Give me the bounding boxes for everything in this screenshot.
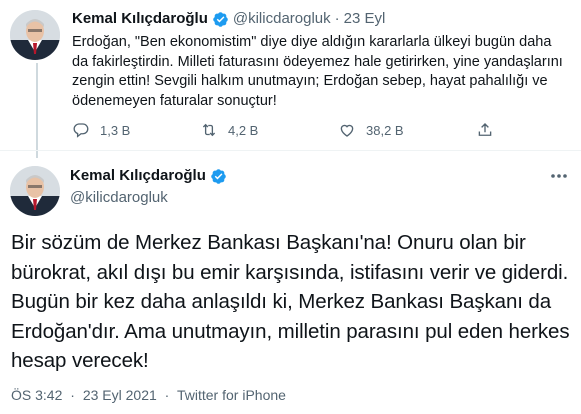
more-options-button[interactable]	[548, 166, 570, 186]
tweet-metadata: ÖS 3:42 · 23 Eyl 2021 · Twitter for iPho…	[11, 386, 286, 404]
retweet-icon	[202, 123, 216, 137]
like-count: 38,2 B	[366, 122, 404, 138]
reply-tweet-header: Kemal Kılıçdaroğlu @kilicdarogluk · 23 E…	[72, 9, 385, 29]
reply-button[interactable]: 1,3 B	[72, 121, 130, 139]
author-name-row: Kemal Kılıçdaroğlu	[70, 166, 227, 186]
avatar[interactable]	[10, 10, 60, 60]
more-options-icon	[551, 174, 567, 178]
tweet-source[interactable]: Twitter for iPhone	[177, 387, 286, 403]
like-button[interactable]: 38,2 B	[338, 121, 404, 139]
reply-count: 1,3 B	[100, 122, 131, 138]
author-name[interactable]: Kemal Kılıçdaroğlu	[70, 166, 206, 186]
reply-icon	[73, 123, 89, 138]
author-handle[interactable]: @kilicdarogluk	[70, 188, 168, 208]
separator-dot: ·	[70, 387, 75, 403]
avatar-image	[10, 166, 60, 216]
verified-badge-icon	[211, 168, 226, 184]
main-tweet-text: Bir sözüm de Merkez Bankası Başkanı'na! …	[11, 231, 570, 372]
divider	[0, 150, 581, 151]
thread-connector-line	[36, 63, 38, 158]
retweet-button[interactable]: 4,2 B	[200, 121, 258, 139]
like-icon	[340, 124, 354, 137]
share-icon	[478, 123, 492, 136]
avatar-image	[10, 10, 60, 60]
tweet-actions-bar: 1,3 B 4,2 B 38,2 B	[72, 121, 512, 143]
share-button[interactable]	[476, 121, 494, 139]
tweet-date[interactable]: 23 Eyl 2021	[83, 387, 157, 403]
author-handle[interactable]: @kilicdarogluk	[233, 9, 331, 29]
verified-badge-icon	[213, 11, 228, 27]
avatar[interactable]	[10, 166, 60, 216]
tweet-time[interactable]: ÖS 3:42	[11, 387, 62, 403]
retweet-count: 4,2 B	[228, 122, 259, 138]
tweet-date[interactable]: 23 Eyl	[344, 9, 386, 29]
reply-tweet-text: Erdoğan, "Ben ekonomistim" diye diye ald…	[72, 34, 563, 109]
author-name[interactable]: Kemal Kılıçdaroğlu	[72, 9, 208, 29]
separator-dot: ·	[334, 10, 340, 27]
separator-dot: ·	[164, 387, 170, 403]
